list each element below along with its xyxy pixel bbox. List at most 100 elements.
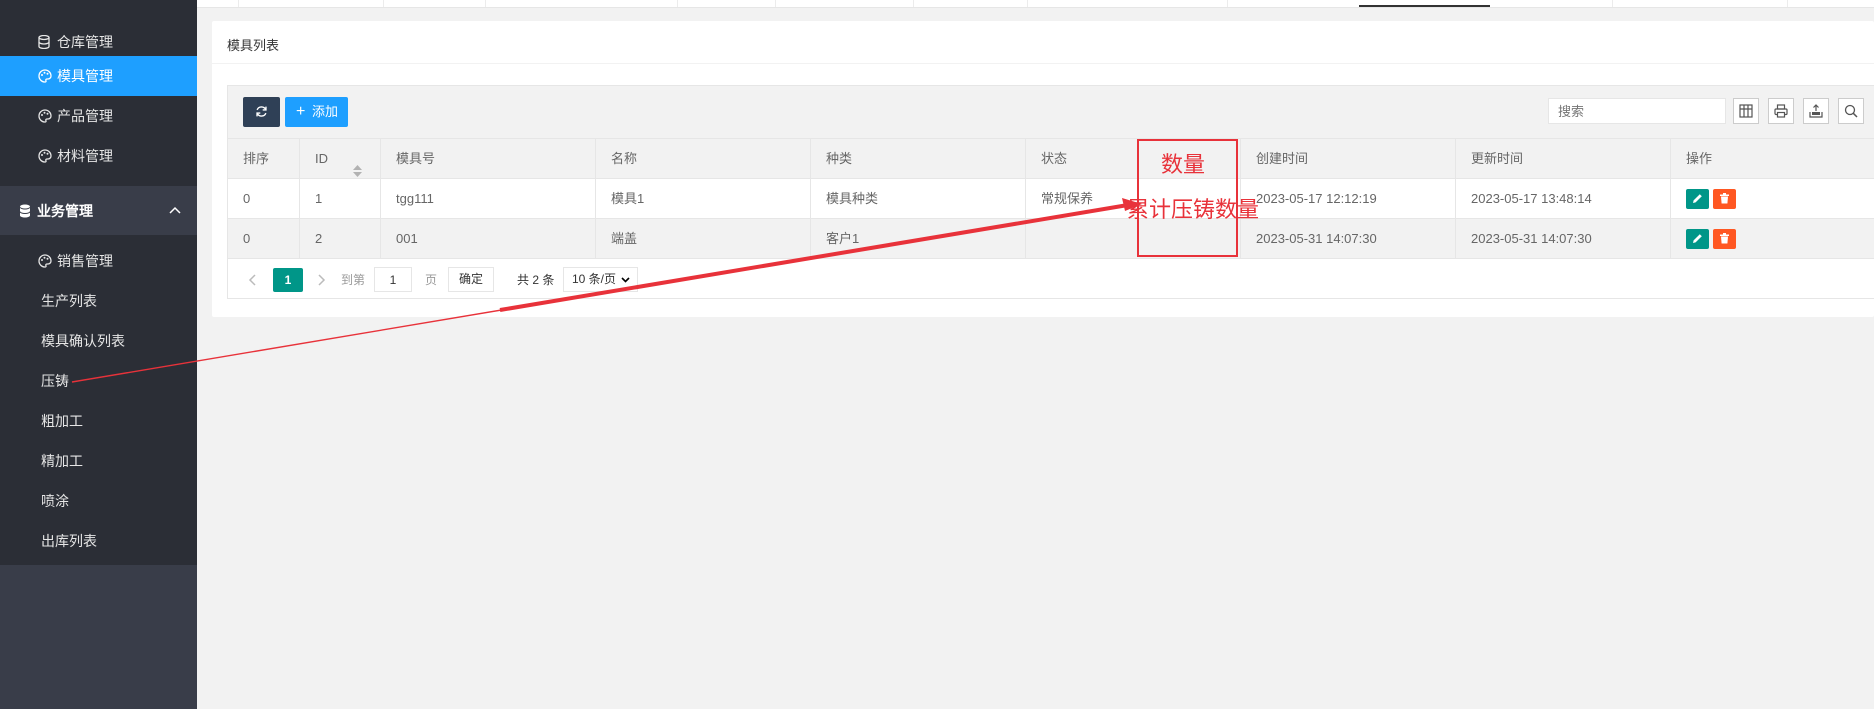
cell-kind: 客户1 bbox=[810, 219, 1025, 258]
table-panel: + 添加 搜索 排序 ID 模具号 名称 种类 状态 创建时间 更新时间 操作 … bbox=[227, 85, 1874, 299]
sidebar: 仓库管理 模具管理 产品管理 材料管理 业务管理 销售管理 生产列表 模具确认列… bbox=[0, 0, 197, 709]
column-header-sort[interactable]: 排序 bbox=[228, 139, 299, 178]
column-header-label: ID bbox=[315, 151, 328, 166]
cell-id: 2 bbox=[299, 219, 380, 258]
sidebar-item-rough-machining[interactable]: 粗加工 bbox=[0, 401, 197, 441]
sidebar-item-finish-machining[interactable]: 精加工 bbox=[0, 441, 197, 481]
search-toggle-button[interactable] bbox=[1838, 98, 1864, 124]
sidebar-item-label: 销售管理 bbox=[57, 253, 113, 269]
sidebar-item-label: 压铸 bbox=[41, 373, 69, 389]
edit-button[interactable] bbox=[1686, 189, 1709, 209]
sidebar-item-spraying[interactable]: 喷涂 bbox=[0, 481, 197, 521]
sidebar-item-label: 精加工 bbox=[41, 453, 83, 469]
column-header-created[interactable]: 创建时间 bbox=[1240, 139, 1455, 178]
cell-id: 1 bbox=[299, 179, 380, 218]
tab-strip[interactable] bbox=[197, 0, 1874, 8]
delete-button[interactable] bbox=[1713, 189, 1736, 209]
sidebar-item-materials[interactable]: 材料管理 bbox=[0, 136, 197, 176]
tab-divider bbox=[1027, 0, 1028, 7]
sidebar-item-die-casting[interactable]: 压铸 bbox=[0, 361, 197, 401]
column-header-name[interactable]: 名称 bbox=[595, 139, 810, 178]
page-size-value: 10 条/页 bbox=[572, 272, 617, 286]
tab-divider bbox=[1612, 0, 1613, 7]
page-size-select[interactable]: 10 条/页 bbox=[563, 267, 638, 292]
sidebar-item-label: 粗加工 bbox=[41, 413, 83, 429]
cell-actions bbox=[1670, 219, 1874, 258]
tab-divider bbox=[238, 0, 239, 7]
plus-icon: + bbox=[296, 103, 306, 120]
database-icon bbox=[19, 191, 35, 231]
sidebar-group-label: 业务管理 bbox=[37, 203, 93, 219]
tab-active-indicator bbox=[1359, 5, 1490, 7]
tab-divider bbox=[913, 0, 914, 7]
cell-updated: 2023-05-31 14:07:30 bbox=[1455, 219, 1670, 258]
tab-divider bbox=[1227, 0, 1228, 7]
table-row[interactable]: 0 2 001 端盖 客户1 2023-05-31 14:07:30 2023-… bbox=[228, 219, 1874, 259]
sidebar-item-sales[interactable]: 销售管理 bbox=[0, 241, 197, 281]
annotation-label-quantity: 数量 bbox=[1161, 152, 1206, 177]
sidebar-item-label: 产品管理 bbox=[57, 108, 113, 124]
tab-divider bbox=[383, 0, 384, 7]
cell-mold-code: tgg111 bbox=[380, 179, 595, 218]
tab-divider bbox=[775, 0, 776, 7]
pagination: 1 到第 页 确定 共 2 条 10 条/页 bbox=[228, 260, 1874, 298]
tab-divider bbox=[485, 0, 486, 7]
refresh-button[interactable] bbox=[243, 97, 280, 127]
page-jump-input[interactable] bbox=[374, 267, 412, 292]
sort-icon[interactable] bbox=[353, 153, 362, 177]
column-header-id[interactable]: ID bbox=[299, 139, 380, 178]
tab-divider bbox=[1787, 0, 1788, 7]
palette-icon bbox=[38, 136, 54, 176]
sidebar-item-label: 模具确认列表 bbox=[41, 333, 125, 349]
total-count: 共 2 条 bbox=[517, 273, 555, 287]
column-header-mold-code[interactable]: 模具号 bbox=[380, 139, 595, 178]
column-header-actions: 操作 bbox=[1670, 139, 1874, 178]
cell-created: 2023-05-31 14:07:30 bbox=[1240, 219, 1455, 258]
sidebar-item-label: 喷涂 bbox=[41, 493, 69, 509]
card-header: 模具列表 bbox=[212, 21, 1874, 64]
column-header-updated[interactable]: 更新时间 bbox=[1455, 139, 1670, 178]
page-jump-confirm-button[interactable]: 确定 bbox=[448, 267, 494, 292]
table-row[interactable]: 0 1 tgg111 模具1 模具种类 常规保养 2023-05-17 12:1… bbox=[228, 179, 1874, 219]
tab-divider bbox=[677, 0, 678, 7]
palette-icon bbox=[38, 56, 54, 96]
sidebar-item-label: 生产列表 bbox=[41, 293, 97, 309]
next-page-button[interactable] bbox=[313, 268, 333, 292]
sidebar-item-products[interactable]: 产品管理 bbox=[0, 96, 197, 136]
cell-created: 2023-05-17 12:12:19 bbox=[1240, 179, 1455, 218]
sidebar-item-mold-confirm-list[interactable]: 模具确认列表 bbox=[0, 321, 197, 361]
sidebar-top-group: 仓库管理 模具管理 产品管理 材料管理 bbox=[0, 0, 197, 186]
palette-icon bbox=[38, 96, 54, 136]
sidebar-item-label: 材料管理 bbox=[57, 148, 113, 164]
cell-kind: 模具种类 bbox=[810, 179, 1025, 218]
prev-page-button[interactable] bbox=[243, 268, 263, 292]
sidebar-item-label: 模具管理 bbox=[57, 68, 113, 84]
goto-label: 到第 bbox=[341, 273, 366, 287]
columns-filter-button[interactable] bbox=[1733, 98, 1759, 124]
cell-sort: 0 bbox=[243, 191, 251, 206]
add-button-label: 添加 bbox=[312, 104, 339, 119]
page-number-current[interactable]: 1 bbox=[273, 268, 303, 292]
annotation-label-cumulative: 累计压铸数量 bbox=[1127, 197, 1260, 222]
column-header-kind[interactable]: 种类 bbox=[810, 139, 1025, 178]
sidebar-group-business[interactable]: 业务管理 bbox=[0, 191, 197, 231]
page-title: 模具列表 bbox=[227, 38, 280, 53]
sidebar-sub-group: 销售管理 生产列表 模具确认列表 压铸 粗加工 精加工 喷涂 出库列表 bbox=[0, 235, 197, 565]
delete-button[interactable] bbox=[1713, 229, 1736, 249]
cell-name: 模具1 bbox=[595, 179, 810, 218]
export-button[interactable] bbox=[1803, 98, 1829, 124]
cell-name: 端盖 bbox=[595, 219, 810, 258]
print-button[interactable] bbox=[1768, 98, 1794, 124]
cell-sort: 0 bbox=[243, 231, 251, 246]
table-header: 排序 ID 模具号 名称 种类 状态 创建时间 更新时间 操作 bbox=[228, 139, 1874, 179]
cell-mold-code: 001 bbox=[380, 219, 595, 258]
search-input[interactable] bbox=[1548, 98, 1726, 124]
sidebar-item-production-list[interactable]: 生产列表 bbox=[0, 281, 197, 321]
edit-button[interactable] bbox=[1686, 229, 1709, 249]
cell-updated: 2023-05-17 13:48:14 bbox=[1455, 179, 1670, 218]
add-button[interactable]: + 添加 bbox=[285, 97, 348, 127]
cell-actions bbox=[1670, 179, 1874, 218]
sidebar-item-outbound-list[interactable]: 出库列表 bbox=[0, 521, 197, 561]
sidebar-item-label: 出库列表 bbox=[41, 533, 97, 549]
sidebar-item-molds[interactable]: 模具管理 bbox=[0, 56, 197, 96]
